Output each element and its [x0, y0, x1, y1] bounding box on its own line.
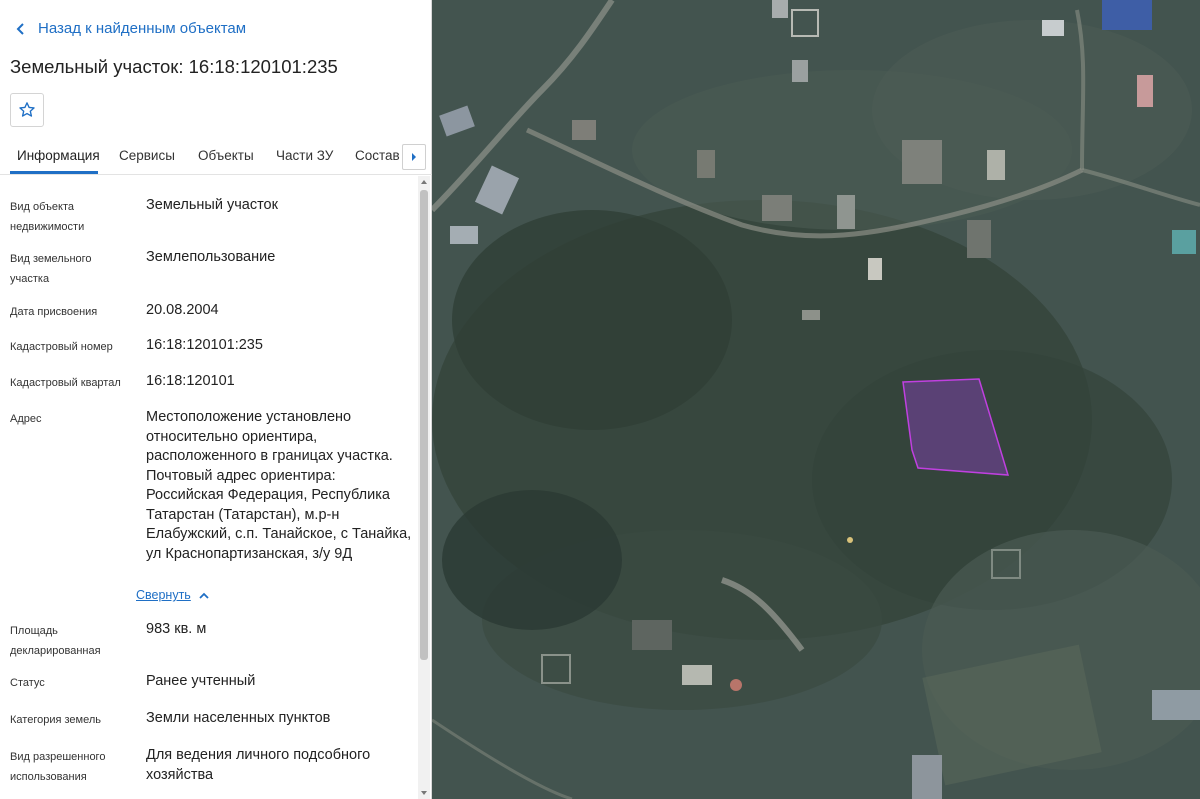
- star-icon: [19, 102, 35, 117]
- info-value: 20.08.2004: [146, 302, 219, 318]
- scroll-up-arrow-icon[interactable]: [421, 180, 427, 184]
- info-label: Статус: [10, 677, 45, 689]
- info-label: Кадастровый квартал: [10, 377, 121, 389]
- info-value: Земельный участок: [146, 197, 278, 213]
- chevron-right-icon: [412, 153, 416, 161]
- tab-parts[interactable]: Части ЗУ: [276, 148, 333, 163]
- scrollbar-thumb[interactable]: [420, 190, 428, 660]
- info-value: 16:18:120101:235: [146, 337, 263, 353]
- info-label: Вид земельного участка: [10, 253, 92, 285]
- tab-objects[interactable]: Объекты: [198, 148, 254, 163]
- map-canvas[interactable]: [432, 0, 1200, 799]
- info-list: Вид объекта недвижимости Земельный участ…: [0, 176, 418, 799]
- tab-services[interactable]: Сервисы: [119, 148, 175, 163]
- back-link-label: Назад к найденным объектам: [38, 20, 247, 37]
- info-value: 16:18:120101: [146, 373, 235, 389]
- info-panel: Назад к найденным объектам Земельный уча…: [0, 0, 432, 799]
- info-value: Землепользование: [146, 249, 276, 265]
- info-value: Для ведения личного подсобного хозяйства: [146, 747, 371, 783]
- favorite-button[interactable]: [10, 93, 44, 127]
- info-label: Дата присвоения: [10, 306, 98, 318]
- page-title: Земельный участок: 16:18:120101:235: [10, 56, 338, 77]
- info-label: Категория земель: [10, 714, 101, 726]
- info-value: Земли населенных пунктов: [146, 710, 331, 726]
- satellite-map[interactable]: [432, 0, 1200, 799]
- scrollbar[interactable]: [418, 176, 430, 799]
- tab-bar: Информация Сервисы Объекты Части ЗУ Сост…: [0, 140, 432, 175]
- tabs-scroll-right-button[interactable]: [402, 144, 426, 170]
- address-value: Местоположение установлено относительно …: [146, 409, 412, 562]
- chevron-up-icon: [199, 592, 209, 599]
- info-value: Ранее учтенный: [146, 673, 256, 689]
- active-tab-indicator: [10, 171, 98, 174]
- collapse-label: Свернуть: [136, 588, 191, 602]
- info-label: Адрес: [10, 413, 42, 425]
- collapse-link[interactable]: Свернуть: [136, 588, 209, 602]
- info-value: 983 кв. м: [146, 621, 207, 637]
- scroll-down-arrow-icon[interactable]: [421, 791, 427, 795]
- tab-information[interactable]: Информация: [17, 148, 100, 163]
- info-label: Кадастровый номер: [10, 341, 113, 353]
- info-label: Площадь декларированная: [10, 625, 101, 657]
- tab-composition[interactable]: Состав: [355, 148, 400, 163]
- info-label: Вид разрешенного использования: [10, 751, 106, 783]
- chevron-left-icon: [16, 22, 24, 35]
- info-label: Вид объекта недвижимости: [10, 201, 85, 233]
- back-link[interactable]: Назад к найденным объектам: [14, 20, 246, 37]
